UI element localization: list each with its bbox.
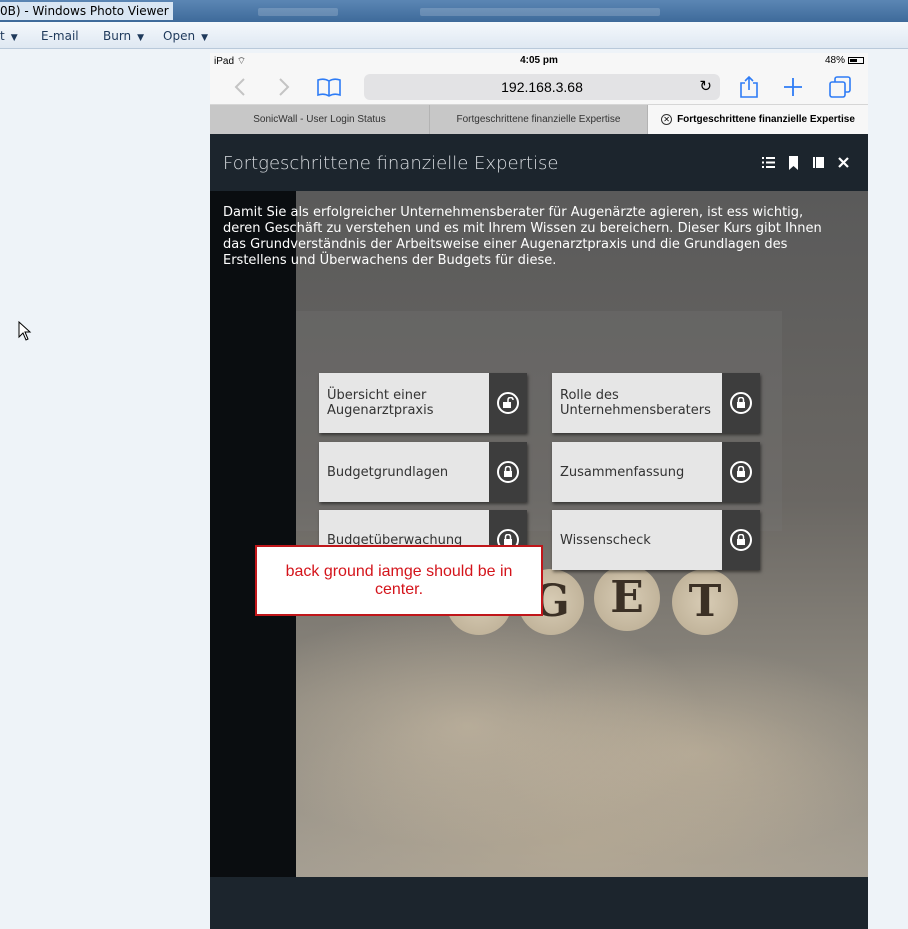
lock-icon	[730, 392, 752, 414]
safari-toolbar: 192.168.3.68 ↻	[210, 69, 868, 105]
menu-print-label: t	[0, 29, 5, 43]
module-status	[722, 442, 760, 502]
photo-viewer-menu: t ▼ E-mail Burn ▼ Open ▼	[0, 22, 908, 49]
viewer-right-margin	[868, 53, 908, 929]
title-bar-blur-2	[420, 8, 660, 16]
chevron-left-icon	[234, 78, 245, 96]
bookmarks-button[interactable]	[314, 73, 344, 101]
tab-expertise-active[interactable]: ✕ Fortgeschrittene finanzielle Expertise	[648, 105, 868, 134]
menu-print[interactable]: t ▼	[0, 29, 18, 43]
status-time: 4:05 pm	[520, 55, 558, 66]
close-icon[interactable]	[837, 156, 850, 169]
page-title: Fortgeschrittene finanzielle Expertise	[223, 153, 559, 174]
ios-status-bar: iPad ⌔ 4:05 pm 48%	[210, 53, 868, 69]
module-label: Rolle des Unternehmensberaters	[552, 373, 722, 433]
tabs-overview-icon	[829, 76, 851, 98]
menu-open-label: Open	[163, 29, 196, 43]
battery-icon	[848, 56, 864, 64]
url-bar[interactable]: 192.168.3.68 ↻	[364, 74, 720, 100]
url-text: 192.168.3.68	[501, 79, 583, 95]
close-tab-icon[interactable]: ✕	[661, 113, 673, 125]
menu-burn-label: Burn	[103, 29, 132, 43]
module-card[interactable]: Budgetgrundlagen	[319, 442, 527, 502]
module-status	[722, 510, 760, 570]
tab-expertise-1[interactable]: Fortgeschrittene finanzielle Expertise	[430, 105, 648, 134]
menu-open[interactable]: Open ▼	[163, 29, 208, 43]
chevron-right-icon	[279, 78, 290, 96]
ipad-screenshot: iPad ⌔ 4:05 pm 48% 192.168.3.68 ↻ SonicW…	[210, 53, 868, 929]
module-status	[489, 373, 527, 433]
safari-tab-bar: SonicWall - User Login Status Fortgeschr…	[210, 105, 868, 134]
module-label: Übersicht einer Augenarztpraxis	[319, 373, 489, 433]
chevron-down-icon: ▼	[137, 33, 145, 43]
tab-label: SonicWall - User Login Status	[253, 114, 386, 125]
header-toolbar	[762, 156, 850, 170]
menu-burn[interactable]: Burn ▼	[103, 29, 144, 43]
book-icon	[317, 78, 341, 97]
bookmark-icon[interactable]	[787, 156, 800, 170]
lock-icon	[497, 461, 519, 483]
course-footer	[210, 877, 868, 929]
module-card[interactable]: Rolle des Unternehmensberaters	[552, 373, 760, 433]
annotation-note: back ground iamge should be in center.	[255, 545, 543, 616]
tab-sonicwall[interactable]: SonicWall - User Login Status	[210, 105, 430, 134]
reload-icon[interactable]: ↻	[699, 74, 712, 100]
module-card[interactable]: Zusammenfassung	[552, 442, 760, 502]
tabs-button[interactable]	[826, 73, 854, 101]
mouse-cursor-icon	[18, 321, 32, 341]
module-status	[489, 442, 527, 502]
lock-icon	[730, 461, 752, 483]
module-label: Budgetgrundlagen	[319, 442, 489, 502]
share-icon	[740, 75, 758, 98]
back-button[interactable]	[228, 73, 252, 101]
module-card[interactable]: Wissenscheck	[552, 510, 760, 570]
course-content: G E T D Damit Sie als erfolgreicher Unte…	[210, 191, 868, 877]
menu-email-label: E-mail	[41, 29, 79, 43]
share-button[interactable]	[736, 73, 762, 101]
title-bar-blur	[258, 8, 338, 16]
tab-label: Fortgeschrittene finanzielle Expertise	[456, 114, 621, 125]
course-intro: Damit Sie als erfolgreicher Unternehmens…	[223, 205, 822, 268]
new-tab-button[interactable]	[780, 73, 806, 101]
book-icon[interactable]	[812, 156, 825, 169]
module-status	[722, 373, 760, 433]
window-title-bar: 0B) - Windows Photo Viewer	[0, 0, 908, 22]
module-label: Zusammenfassung	[552, 442, 722, 502]
lock-icon	[730, 529, 752, 551]
plus-icon	[784, 78, 802, 96]
chevron-down-icon: ▼	[10, 33, 18, 43]
course-header: Fortgeschrittene finanzielle Expertise	[210, 134, 868, 191]
annotation-text: back ground iamge should be in center.	[285, 562, 513, 598]
status-battery: 48%	[825, 55, 864, 66]
letter-tile: E	[594, 565, 660, 631]
chevron-down-icon: ▼	[201, 33, 208, 43]
letter-tile: T	[672, 569, 738, 635]
module-label: Wissenscheck	[552, 510, 722, 570]
unlock-icon	[497, 392, 519, 414]
forward-button[interactable]	[272, 73, 296, 101]
window-title: 0B) - Windows Photo Viewer	[0, 2, 173, 20]
module-card[interactable]: Übersicht einer Augenarztpraxis	[319, 373, 527, 433]
menu-email[interactable]: E-mail	[41, 29, 79, 43]
battery-percent: 48%	[824, 55, 845, 66]
list-icon[interactable]	[762, 156, 775, 169]
tab-label: Fortgeschrittene finanzielle Expertise	[677, 114, 855, 125]
